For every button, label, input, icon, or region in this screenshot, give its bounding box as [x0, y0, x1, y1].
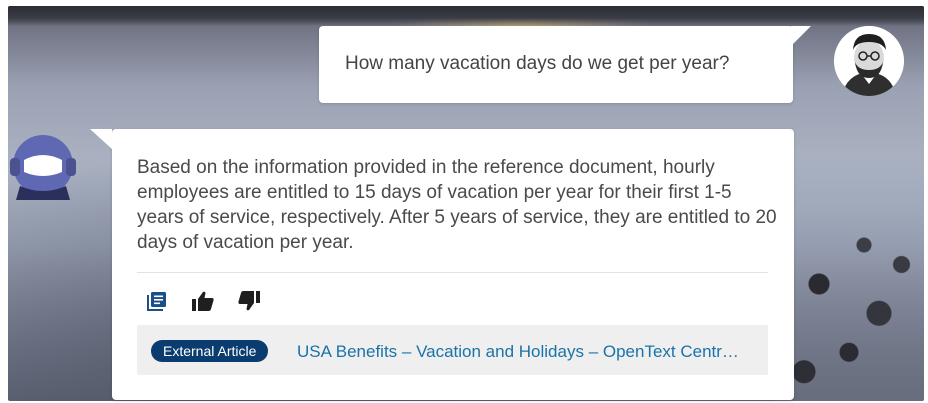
document-list-icon: [147, 292, 166, 311]
user-avatar: [834, 26, 904, 96]
thumbs-down-icon: [238, 291, 260, 311]
bot-avatar: [8, 130, 78, 200]
message-actions: [146, 289, 260, 313]
like-button[interactable]: [192, 290, 214, 312]
sources-button[interactable]: [146, 290, 168, 312]
bot-message-text: Based on the information provided in the…: [137, 157, 777, 253]
source-row: External Article USA Benefits – Vacation…: [137, 325, 768, 375]
source-badge: External Article: [151, 340, 269, 362]
dislike-button[interactable]: [238, 290, 260, 312]
thumbs-up-icon: [192, 291, 214, 311]
user-message-bubble: How many vacation days do we get per yea…: [319, 26, 811, 103]
bot-message-bubble: Based on the information provided in the…: [90, 129, 794, 400]
user-message-text: How many vacation days do we get per yea…: [345, 53, 730, 74]
message-divider: [137, 272, 768, 273]
background-rocks: [774, 206, 924, 401]
source-link[interactable]: USA Benefits – Vacation and Holidays – O…: [297, 342, 759, 362]
background-treeline: [8, 6, 924, 26]
